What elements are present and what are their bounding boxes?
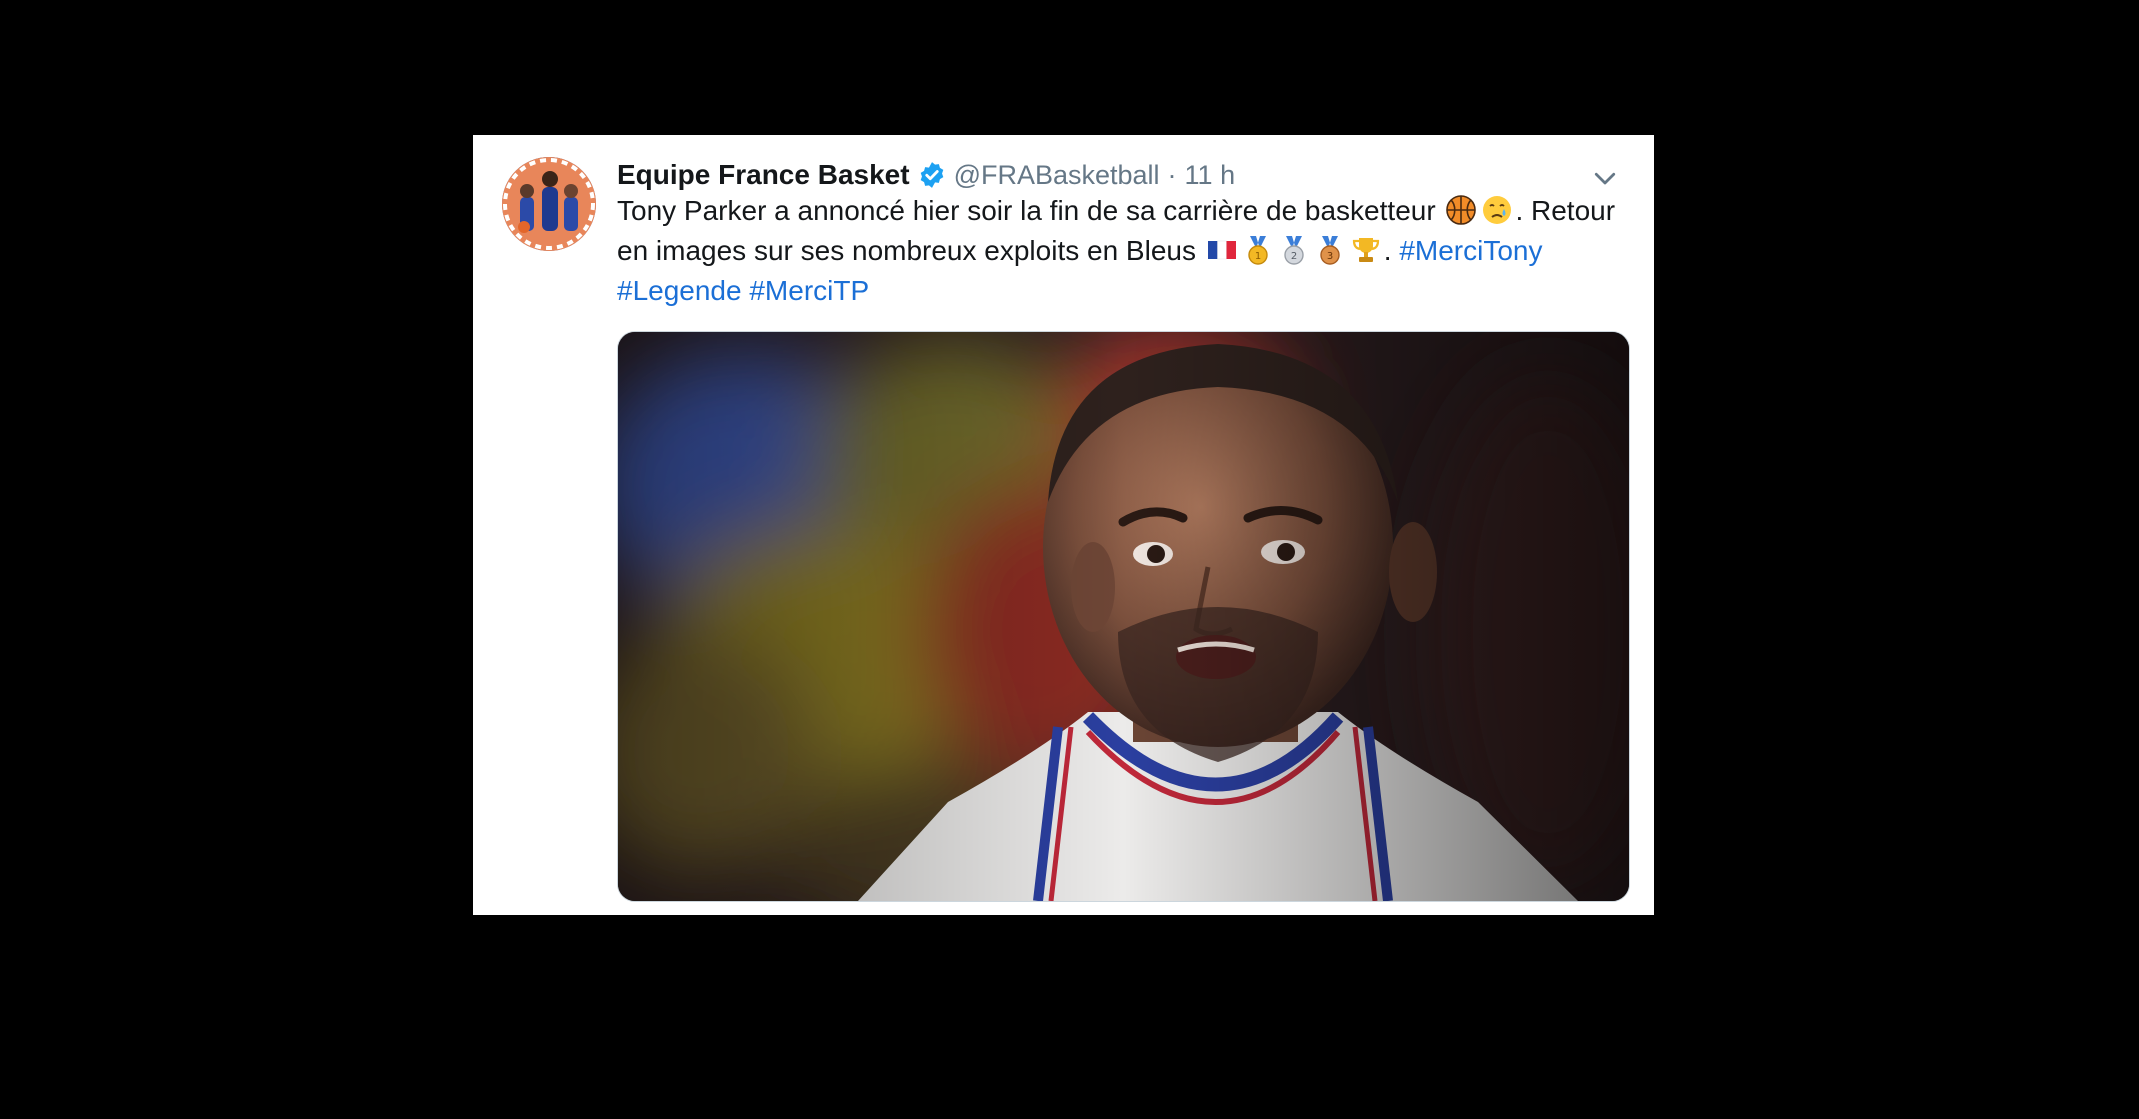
silver-medal-emoji-icon: 2	[1278, 234, 1310, 266]
hashtag-link-legende[interactable]: #Legende	[617, 275, 742, 306]
display-name[interactable]: Equipe France Basket	[617, 159, 910, 191]
svg-text:3: 3	[1327, 251, 1333, 262]
tweet-card[interactable]: Equipe France Basket @FRABasketball · 11…	[473, 135, 1654, 915]
svg-text:1: 1	[1255, 251, 1261, 262]
hashtag-link-merci-tp[interactable]: #MerciTP	[749, 275, 869, 306]
tweet-header: Equipe France Basket @FRABasketball · 11…	[617, 155, 1235, 195]
chevron-down-icon[interactable]	[1590, 163, 1620, 193]
svg-text:2: 2	[1291, 251, 1297, 262]
timestamp[interactable]: 11 h	[1185, 160, 1236, 191]
hashtag-link-merci-tony[interactable]: #MerciTony	[1399, 235, 1542, 266]
basketball-emoji-icon	[1445, 194, 1477, 226]
separator-dot: ·	[1167, 159, 1177, 190]
avatar[interactable]	[502, 157, 596, 251]
verified-badge-icon	[918, 161, 946, 189]
tweet-text-line-2: en images sur ses nombreux exploits en B…	[617, 231, 1627, 271]
tweet-text-line-1: Tony Parker a annoncé hier soir la fin d…	[617, 191, 1627, 231]
tweet-text-segment: en images sur ses nombreux exploits en B…	[617, 235, 1196, 266]
tweet-text-segment: Tony Parker a annoncé hier soir la fin d…	[617, 195, 1436, 226]
crying-face-emoji-icon	[1481, 194, 1513, 226]
trophy-emoji-icon	[1350, 234, 1382, 266]
tweet-text: Tony Parker a annoncé hier soir la fin d…	[617, 191, 1627, 311]
tweet-media-image[interactable]	[617, 331, 1630, 902]
tweet-text-segment: . Retour	[1515, 195, 1616, 226]
tweet-text-segment: .	[1383, 235, 1392, 266]
bronze-medal-emoji-icon: 3	[1314, 234, 1346, 266]
user-handle[interactable]: @FRABasketball	[954, 160, 1160, 191]
tweet-text-line-3: #Legende #MerciTP	[617, 271, 1627, 311]
gold-medal-emoji-icon: 1	[1242, 234, 1274, 266]
france-flag-emoji-icon	[1206, 234, 1238, 266]
